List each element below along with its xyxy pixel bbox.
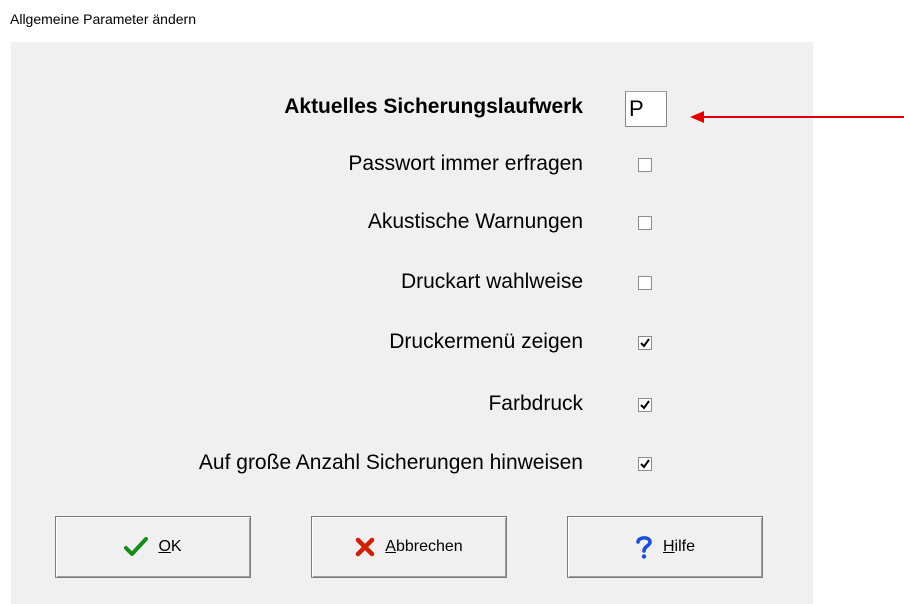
drive-input[interactable]: P (625, 91, 667, 127)
arrow-left-icon (690, 111, 904, 123)
checkbox-passwort[interactable] (638, 158, 652, 172)
option-label-passwort: Passwort immer erfragen (348, 152, 583, 175)
ok-button[interactable]: OK (55, 516, 251, 578)
x-icon (355, 537, 375, 557)
cancel-button[interactable]: Abbrechen (311, 516, 507, 578)
option-label-druckermenue: Druckermenü zeigen (389, 330, 583, 353)
checkbox-druckart[interactable] (638, 276, 652, 290)
checkbox-farbdruck[interactable] (638, 398, 652, 412)
drive-label: Aktuelles Sicherungslaufwerk (284, 95, 583, 118)
help-button[interactable]: Hilfe (567, 516, 763, 578)
question-icon (635, 535, 653, 559)
option-label-farbdruck: Farbdruck (488, 392, 583, 415)
window-title: Allgemeine Parameter ändern (10, 11, 196, 27)
ok-label: OK (158, 538, 182, 555)
checkbox-anzahl-hinweis[interactable] (638, 457, 652, 471)
checkmark-icon (640, 400, 650, 410)
help-label: Hilfe (662, 538, 695, 555)
dialog-panel: Aktuelles Sicherungslaufwerk P Passwort … (11, 42, 813, 604)
cancel-label: Abbrechen (385, 538, 463, 555)
option-label-akustisch: Akustische Warnungen (367, 210, 583, 233)
checkbox-druckermenue[interactable] (638, 336, 652, 350)
check-icon (124, 537, 149, 557)
option-label-druckart: Druckart wahlweise (400, 270, 583, 293)
checkbox-akustisch[interactable] (638, 216, 652, 230)
option-label-anzahl-hinweis: Auf große Anzahl Sicherungen hinweisen (198, 451, 583, 474)
checkmark-icon (640, 459, 650, 469)
checkmark-icon (640, 338, 650, 348)
